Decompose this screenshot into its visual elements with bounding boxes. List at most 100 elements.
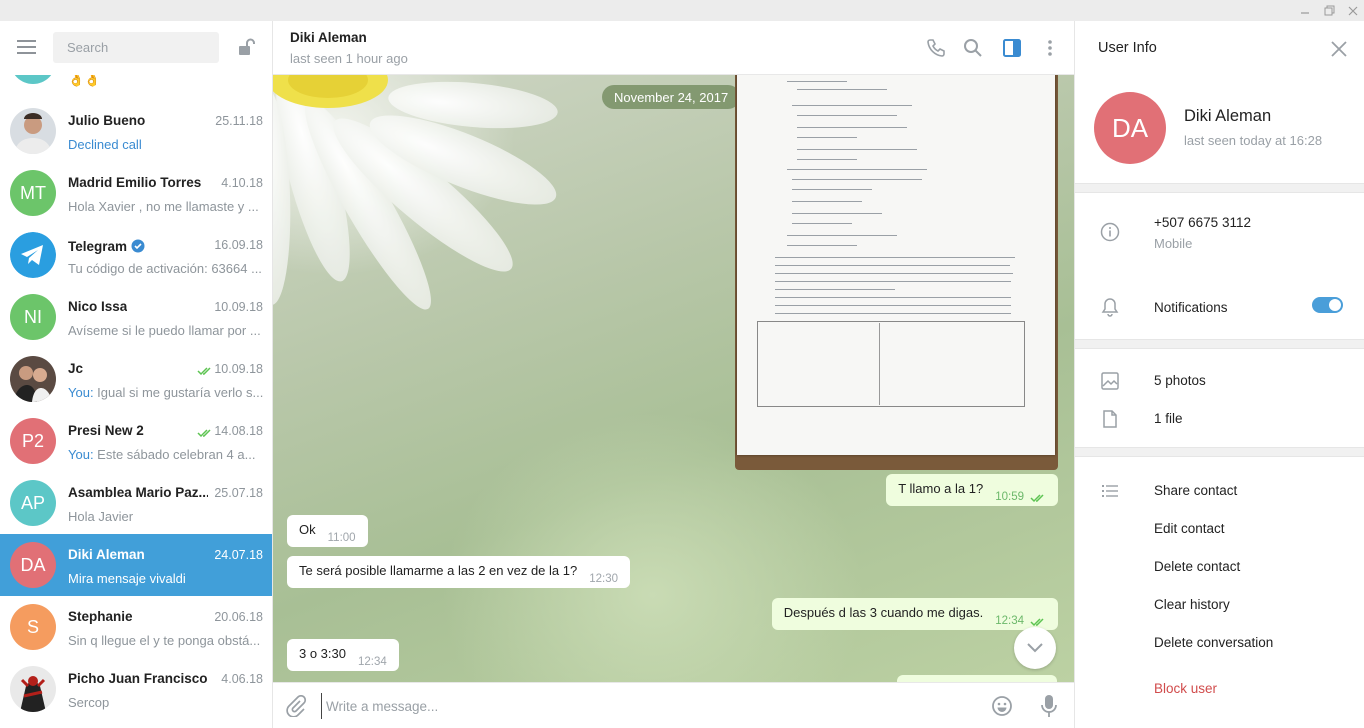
- chat-item[interactable]: Telegram 16.09.18 Tu código de activación:…: [0, 224, 272, 286]
- read-ticks-icon: [197, 425, 213, 438]
- attach-icon[interactable]: [285, 695, 307, 717]
- avatar: [10, 108, 56, 154]
- shared-files[interactable]: 1 file: [1154, 411, 1183, 426]
- chat-name: Madrid Emilio Torres: [68, 175, 202, 190]
- chat-date: 16.09.18: [214, 238, 263, 252]
- chat-item[interactable]: AP Asamblea Mario Paz... 25.07.18 Hola Javi…: [0, 472, 272, 534]
- chat-date: 20.06.18: [214, 610, 263, 624]
- chat-date: 24.07.18: [214, 548, 263, 562]
- chat-preview: Sin q llegue el y te ponga obstá...: [68, 633, 261, 648]
- search-input[interactable]: [53, 32, 219, 63]
- scanned-paper: [737, 75, 1055, 455]
- restore-icon[interactable]: [1316, 0, 1342, 21]
- form-table: [757, 321, 1025, 407]
- close-window-icon[interactable]: [1340, 0, 1364, 21]
- shared-photos[interactable]: 5 photos: [1154, 373, 1206, 388]
- incoming-message[interactable]: Te será posible llamarme a las 2 en vez …: [287, 556, 630, 588]
- microphone-icon[interactable]: [1039, 694, 1059, 718]
- chat-preview: Declined call: [68, 137, 142, 152]
- message-input[interactable]: [321, 693, 981, 719]
- chat-date: 4.06.18: [221, 672, 263, 686]
- divider: [1075, 447, 1364, 457]
- chat-item[interactable]: Picho Juan Francisco 4.06.18 Sercop: [0, 658, 272, 720]
- notifications-label: Notifications: [1154, 300, 1228, 315]
- avatar: [10, 356, 56, 402]
- edit-contact-button[interactable]: Edit contact: [1154, 521, 1225, 536]
- user-last-seen: last seen today at 16:28: [1184, 133, 1323, 148]
- chat-item[interactable]: NI Nico Issa 10.09.18 Avíseme si le puedo l…: [0, 286, 272, 348]
- sidebar-toggle-icon[interactable]: [1002, 38, 1022, 58]
- message-composer: [273, 682, 1074, 728]
- close-icon[interactable]: [1330, 40, 1348, 58]
- phone-icon[interactable]: [926, 38, 946, 58]
- you-prefix: You:: [68, 385, 94, 400]
- clear-history-button[interactable]: Clear history: [1154, 597, 1230, 612]
- chat-name: Jc: [68, 361, 84, 376]
- message-text: Te será posible llamarme a las 2 en vez …: [299, 563, 578, 578]
- chat-date: 25.07.18: [214, 486, 263, 500]
- scroll-down-button[interactable]: [1014, 627, 1056, 669]
- phone-number[interactable]: +507 6675 3112: [1154, 215, 1251, 230]
- message-text: 3 o 3:30: [299, 646, 346, 661]
- avatar: P2: [10, 418, 56, 464]
- message-text: Después d las 3 cuando me digas.: [783, 605, 984, 620]
- chat-item[interactable]: MT Madrid Emilio Torres 4.10.18 Hola Xavier…: [0, 162, 272, 224]
- read-ticks-icon: [1030, 615, 1046, 627]
- more-vertical-icon[interactable]: [1040, 38, 1060, 58]
- emoji-icon[interactable]: [991, 695, 1013, 717]
- chat-item[interactable]: Julio Bueno 25.11.18 Declined call: [0, 100, 272, 162]
- search-icon[interactable]: [963, 38, 983, 58]
- message-time: 11:00: [327, 532, 356, 544]
- block-user-button[interactable]: Block user: [1154, 681, 1217, 696]
- read-ticks-icon: [197, 363, 213, 376]
- chat-name: Stephanie: [68, 609, 133, 624]
- conversation-panel: Diki Aleman last seen 1 hour ago Novembe…: [273, 21, 1074, 728]
- avatar: MT: [10, 170, 56, 216]
- chat-preview: You: Este sábado celebran 4 a...: [68, 447, 256, 462]
- chat-preview: Mira mensaje vivaldi: [68, 571, 186, 586]
- avatar[interactable]: DA: [1094, 92, 1166, 164]
- unlock-icon[interactable]: [237, 37, 257, 57]
- menu-icon[interactable]: [17, 40, 36, 54]
- peer-name[interactable]: Diki Aleman: [290, 30, 367, 45]
- user-name: Diki Aleman: [1184, 107, 1272, 125]
- notifications-toggle[interactable]: [1312, 297, 1343, 313]
- chat-preview: Avíseme si le puedo llamar por ...: [68, 323, 261, 338]
- chat-name: Asamblea Mario Paz...: [68, 485, 208, 500]
- avatar: [10, 666, 56, 712]
- chat-item[interactable]: DA Diki Aleman 24.07.18 Mira mensaje vivald…: [0, 534, 272, 596]
- incoming-message[interactable]: Ok 11:00: [287, 515, 368, 547]
- chat-list: AP👌👌Julio Bueno25.11.18Declined callMTMa…: [0, 38, 272, 720]
- chevron-down-icon: [1027, 643, 1043, 653]
- chat-date: 25.11.18: [215, 114, 263, 128]
- chat-item[interactable]: P2 Presi New 2 14.08.18 You: Este sábado ce…: [0, 410, 272, 472]
- message-text: Ok: [299, 522, 316, 537]
- avatar: S: [10, 604, 56, 650]
- chat-preview: Hola Xavier , no me llamaste y ...: [68, 199, 259, 214]
- chat-date: 4.10.18: [221, 176, 263, 190]
- document-photo[interactable]: [735, 75, 1058, 470]
- avatar: DA: [10, 542, 56, 588]
- chat-item[interactable]: S Stephanie 20.06.18 Sin q llegue el y te p…: [0, 596, 272, 658]
- share-contact-button[interactable]: Share contact: [1154, 483, 1237, 498]
- peer-status: last seen 1 hour ago: [290, 51, 408, 66]
- chat-item[interactable]: Jc 10.09.18 You: Igual si me gustaría verl…: [0, 348, 272, 410]
- outgoing-message[interactable]: T llamo a la 1? 10:59: [886, 474, 1058, 506]
- read-ticks-icon: [1030, 491, 1046, 503]
- you-prefix: You:: [68, 447, 94, 462]
- divider: [1075, 183, 1364, 193]
- delete-contact-button[interactable]: Delete contact: [1154, 559, 1240, 574]
- message-time: 12:34: [358, 656, 387, 668]
- minimize-icon[interactable]: [1292, 0, 1318, 21]
- avatar: [10, 232, 56, 278]
- info-icon: [1100, 222, 1120, 242]
- chat-name: Presi New 2: [68, 423, 144, 438]
- incoming-message[interactable]: 3 o 3:30 12:34: [287, 639, 399, 671]
- outgoing-message[interactable]: Después d las 3 cuando me digas. 12:34: [771, 598, 1058, 630]
- chat-name: Telegram: [68, 237, 145, 254]
- message-time: 12:30: [589, 573, 618, 585]
- partial-bubble: [897, 675, 1057, 682]
- divider: [1075, 339, 1364, 349]
- delete-conversation-button[interactable]: Delete conversation: [1154, 635, 1273, 650]
- chat-name: Nico Issa: [68, 299, 128, 314]
